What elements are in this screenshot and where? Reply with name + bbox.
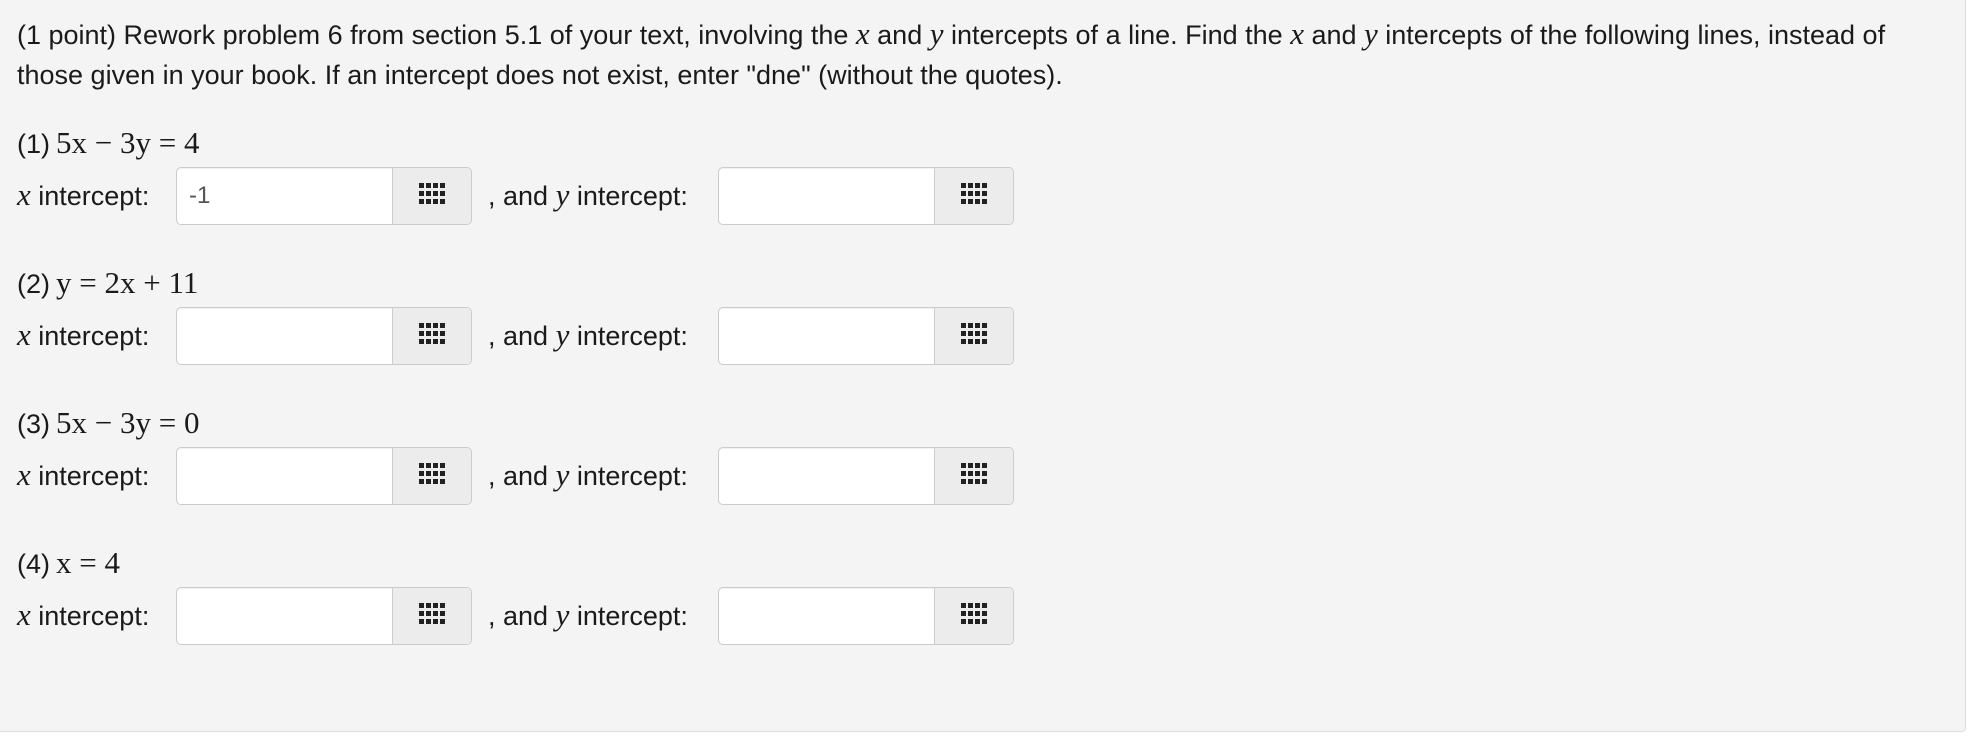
answer-row: x intercept: , and y intercept: [17,585,1117,647]
equation: y = 2x + 11 [56,265,199,300]
problem-4: (4) x = 4 x intercept: , and y intercept: [17,541,1117,647]
statement-text: (1 point) Rework problem 6 from section … [17,20,856,50]
x-intercept-group [176,447,472,505]
x-intercept-group [176,587,472,645]
label-text: intercept: [569,321,688,351]
y-intercept-label: , and y intercept: [488,595,688,636]
problem-statement: (1 point) Rework problem 6 from section … [17,14,1937,95]
statement-text: intercepts of a line. Find the [943,20,1291,50]
var-y: y [555,177,570,212]
label-text: , and [488,461,556,491]
y-intercept-input[interactable] [719,448,934,504]
math-palette-button[interactable] [934,168,1013,224]
problem-3: (3) 5x − 3y = 0 x intercept: , and y inte… [17,401,1117,507]
problem-number: (1) [17,129,50,159]
x-intercept-label: x intercept: [17,315,149,356]
x-intercept-input[interactable] [177,308,392,364]
statement-text: and [869,20,930,50]
x-intercept-label: x intercept: [17,175,149,216]
var-x: x [17,457,31,492]
x-intercept-input[interactable] [177,588,392,644]
equation-line: (4) x = 4 [17,541,1117,585]
label-text: , and [488,321,556,351]
label-text: intercept: [30,461,150,491]
math-palette-button[interactable] [392,308,471,364]
problem-number: (2) [17,269,50,299]
problem-panel: (1 point) Rework problem 6 from section … [0,0,1966,732]
math-palette-button[interactable] [934,588,1013,644]
x-intercept-input[interactable] [177,448,392,504]
keypad-grid-icon [961,601,987,632]
y-intercept-input[interactable] [719,588,934,644]
label-text: intercept: [30,601,150,631]
answer-row: x intercept: , and y intercept: [17,165,1117,227]
statement-var-y: y [1364,16,1378,51]
y-intercept-label: , and y intercept: [488,175,688,216]
label-text: intercept: [569,461,688,491]
label-text: intercept: [569,181,688,211]
y-intercept-input[interactable] [719,308,934,364]
problem-1: (1)5x − 3y = 4 x intercept: , and y inte… [17,121,1117,227]
label-text: intercept: [30,181,150,211]
var-x: x [17,317,31,352]
y-intercept-label: , and y intercept: [488,315,688,356]
equation: 5x − 3y = 0 [56,405,200,440]
math-palette-button[interactable] [392,448,471,504]
y-intercept-group [718,447,1014,505]
x-intercept-group [176,307,472,365]
var-y: y [555,597,570,632]
y-intercept-input[interactable] [719,168,934,224]
equation: 5x − 3y = 4 [56,125,200,160]
x-intercept-input[interactable] [177,168,392,224]
var-x: x [17,177,31,212]
statement-var-x: x [1290,16,1304,51]
keypad-grid-icon [419,461,445,492]
x-intercept-group [176,167,472,225]
statement-var-y: y [929,16,944,51]
equation: x = 4 [56,545,120,580]
math-palette-button[interactable] [392,588,471,644]
var-x: x [17,597,31,632]
label-text: , and [488,181,556,211]
var-y: y [555,457,570,492]
x-intercept-label: x intercept: [17,595,149,636]
statement-var-x: x [855,16,870,51]
equation-line: (1) 5x − 3y = 4 [17,121,1117,165]
equation-line: (3) 5x − 3y = 0 [17,401,1117,445]
math-palette-button[interactable] [392,168,471,224]
math-palette-button[interactable] [934,308,1013,364]
answer-row: x intercept: , and y intercept: [17,305,1117,367]
var-y: y [555,317,570,352]
x-intercept-label: x intercept: [17,455,149,496]
keypad-grid-icon [961,461,987,492]
label-text: intercept: [569,601,688,631]
label-text: intercept: [30,321,150,351]
statement-text: and [1303,20,1365,50]
label-text: , and [488,601,556,631]
y-intercept-label: , and y intercept: [488,455,688,496]
equation-line: (2) y = 2x + 11 [17,261,1117,305]
keypad-grid-icon [419,181,445,212]
keypad-grid-icon [419,601,445,632]
keypad-grid-icon [961,321,987,352]
keypad-grid-icon [419,321,445,352]
y-intercept-group [718,167,1014,225]
problem-number: (3) [17,409,50,439]
y-intercept-group [718,307,1014,365]
keypad-grid-icon [961,181,987,212]
math-palette-button[interactable] [934,448,1013,504]
answer-row: x intercept: , and y intercept: [17,445,1117,507]
problem-2: (2) y = 2x + 11 x intercept: , and y inte… [17,261,1117,367]
y-intercept-group [718,587,1014,645]
problem-number: (4) [17,549,50,579]
